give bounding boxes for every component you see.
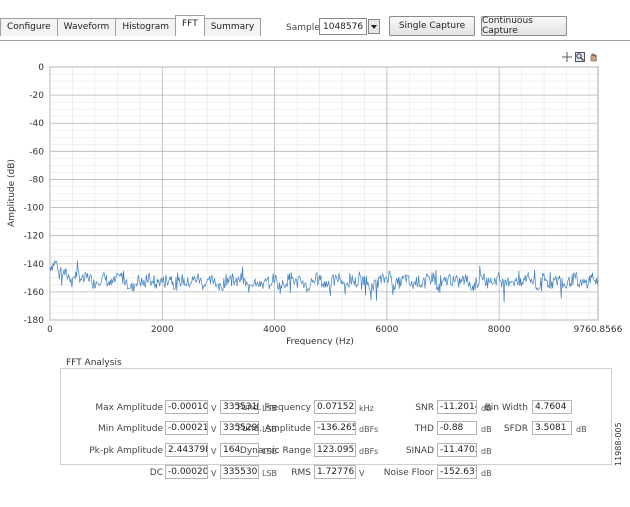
sinad-label: SINAD [405, 446, 434, 456]
y-tick-label: -120 [24, 232, 45, 242]
rms-label: RMS [291, 468, 311, 478]
bin-width-value: 4.7604 [532, 400, 572, 414]
fund-frequency-label: Fund. Frequency [236, 403, 311, 413]
min-amplitude-unit: V [211, 425, 217, 434]
pkpk-amplitude-value: 2.44379E [165, 443, 208, 457]
max-amplitude-unit: V [211, 404, 217, 413]
min-amplitude-value: -0.00021 [165, 421, 208, 435]
dynamic-range-label: Dynamic Range [239, 446, 311, 456]
y-tick-label: -140 [24, 260, 45, 270]
fft-plot[interactable]: 0 2000 4000 6000 8000 9760.8566 0 -20 -40 -60 -80 -… [0, 0, 630, 345]
y-tick-label: -180 [24, 316, 45, 326]
fund-frequency-unit: kHz [359, 404, 374, 413]
sinad-unit: dB [481, 447, 492, 456]
thd-value: -0.88 [437, 421, 477, 435]
x-tick-label: 4000 [263, 325, 286, 335]
y-tick-label: -160 [24, 288, 45, 298]
noise-floor-unit: dB [481, 469, 492, 478]
min-amplitude-label: Min Amplitude [98, 424, 163, 434]
rms-unit: V [359, 469, 365, 478]
fund-amplitude-value: -136.265 [314, 421, 356, 435]
noise-floor-label: Noise Floor [383, 468, 434, 478]
x-tick-label: 0 [47, 325, 53, 335]
thd-label: THD [414, 424, 434, 434]
pkpk-amplitude-label: Pk-pk Amplitude [89, 446, 163, 456]
fft-analysis-title: FFT Analysis [65, 358, 123, 368]
dc-lsb-unit: LSB [262, 469, 278, 478]
y-tick-label: -80 [29, 175, 44, 185]
x-axis-label: Frequency (Hz) [286, 337, 354, 345]
dc-value: -0.00020¹ [165, 465, 208, 479]
bin-width-label: Bin Width [484, 403, 528, 413]
dc-label: DC [149, 468, 163, 478]
snr-value: -11.2014 [437, 400, 477, 414]
fund-amplitude-unit: dBFs [359, 425, 379, 434]
noise-floor-value: -152.63 [437, 465, 477, 479]
y-tick-label: -100 [24, 204, 45, 214]
dynamic-range-unit: dBFs [359, 447, 379, 456]
thd-unit: dB [481, 425, 492, 434]
sfdr-unit: dB [576, 425, 587, 434]
fund-amplitude-label: Fund. Amplitude [237, 424, 311, 434]
dynamic-range-value: 123.095 [314, 443, 356, 457]
x-tick-label: 8000 [488, 325, 511, 335]
figure-id: 11988-005 [614, 422, 623, 466]
x-tick-label: 6000 [375, 325, 398, 335]
sfdr-label: SFDR [503, 424, 528, 434]
x-tick-label: 2000 [151, 325, 174, 335]
sfdr-value: 3.5081 [532, 421, 572, 435]
snr-label: SNR [415, 403, 434, 413]
max-amplitude-label: Max Amplitude [95, 403, 163, 413]
y-tick-label: -20 [29, 91, 44, 101]
y-axis-label: Amplitude (dB) [7, 159, 17, 227]
dc-unit: V [211, 469, 217, 478]
sinad-value: -11.4702 [437, 443, 477, 457]
y-tick-label: 0 [38, 63, 44, 73]
rms-value: 1.72776E [314, 465, 356, 479]
fund-frequency-value: 0.071525 [314, 400, 356, 414]
x-tick-label: 9760.8566 [574, 325, 623, 335]
max-amplitude-value: -0.00010¹ [165, 400, 208, 414]
y-tick-label: -40 [29, 119, 44, 129]
dc-lsb: 3355308 [220, 465, 259, 479]
pkpk-amplitude-unit: V [211, 447, 217, 456]
y-tick-label: -60 [29, 147, 44, 157]
